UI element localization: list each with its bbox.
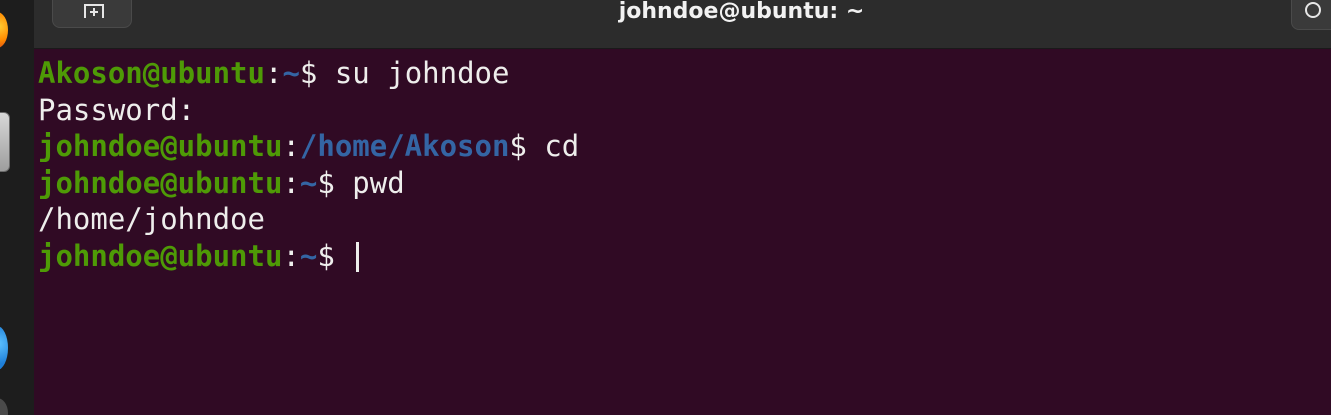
terminal-line: johndoe@ubuntu:/home/Akoson$ cd <box>38 128 1331 165</box>
command-text: cd <box>526 129 580 163</box>
search-icon <box>1305 2 1321 18</box>
prompt-user-host: johndoe@ubuntu <box>38 129 283 163</box>
window-title: johndoe@ubuntu: ~ <box>618 0 865 24</box>
output-text: /home/johndoe <box>38 202 265 236</box>
prompt-separator: : <box>282 165 300 200</box>
prompt-separator: : <box>264 56 283 90</box>
prompt-symbol: $ <box>509 129 527 163</box>
terminal-line: /home/johndoe <box>38 201 1331 238</box>
prompt-user-host: Akoson@ubuntu <box>38 56 265 90</box>
prompt-user-host: johndoe@ubuntu <box>38 238 283 273</box>
help-icon[interactable] <box>0 398 8 415</box>
command-text: pwd <box>334 165 405 200</box>
terminal-line: johndoe@ubuntu:~$ <box>38 238 1331 275</box>
prompt-path: /home/Akoson <box>299 129 510 163</box>
prompt-separator: : <box>282 238 300 273</box>
dock <box>0 0 34 415</box>
prompt-user-host: johndoe@ubuntu <box>38 165 283 200</box>
prompt-path: ~ <box>282 56 300 90</box>
prompt-separator: : <box>282 129 300 163</box>
text-cursor <box>356 241 360 272</box>
screen: johndoe@ubuntu: ~ Akoson@ubuntu:~$ su jo… <box>0 0 1331 415</box>
terminal-line: Akoson@ubuntu:~$ su johndoe <box>38 55 1331 92</box>
prompt-path: ~ <box>299 238 318 273</box>
command-text <box>335 239 352 273</box>
output-text: Password: <box>38 92 196 127</box>
terminal-line: johndoe@ubuntu:~$ pwd <box>38 165 1331 202</box>
search-button[interactable] <box>1291 0 1331 30</box>
prompt-symbol: $ <box>317 238 335 273</box>
terminal-line: Password: <box>38 92 1331 129</box>
prompt-symbol: $ <box>299 56 318 90</box>
app-icon[interactable] <box>0 326 8 370</box>
firefox-icon[interactable] <box>0 12 8 48</box>
files-icon[interactable] <box>0 112 10 172</box>
command-text: su johndoe <box>317 56 510 90</box>
header-bar: johndoe@ubuntu: ~ <box>34 0 1331 49</box>
prompt-path: ~ <box>299 165 318 200</box>
terminal-output[interactable]: Akoson@ubuntu:~$ su johndoe Password: jo… <box>34 49 1331 415</box>
prompt-symbol: $ <box>317 165 335 200</box>
